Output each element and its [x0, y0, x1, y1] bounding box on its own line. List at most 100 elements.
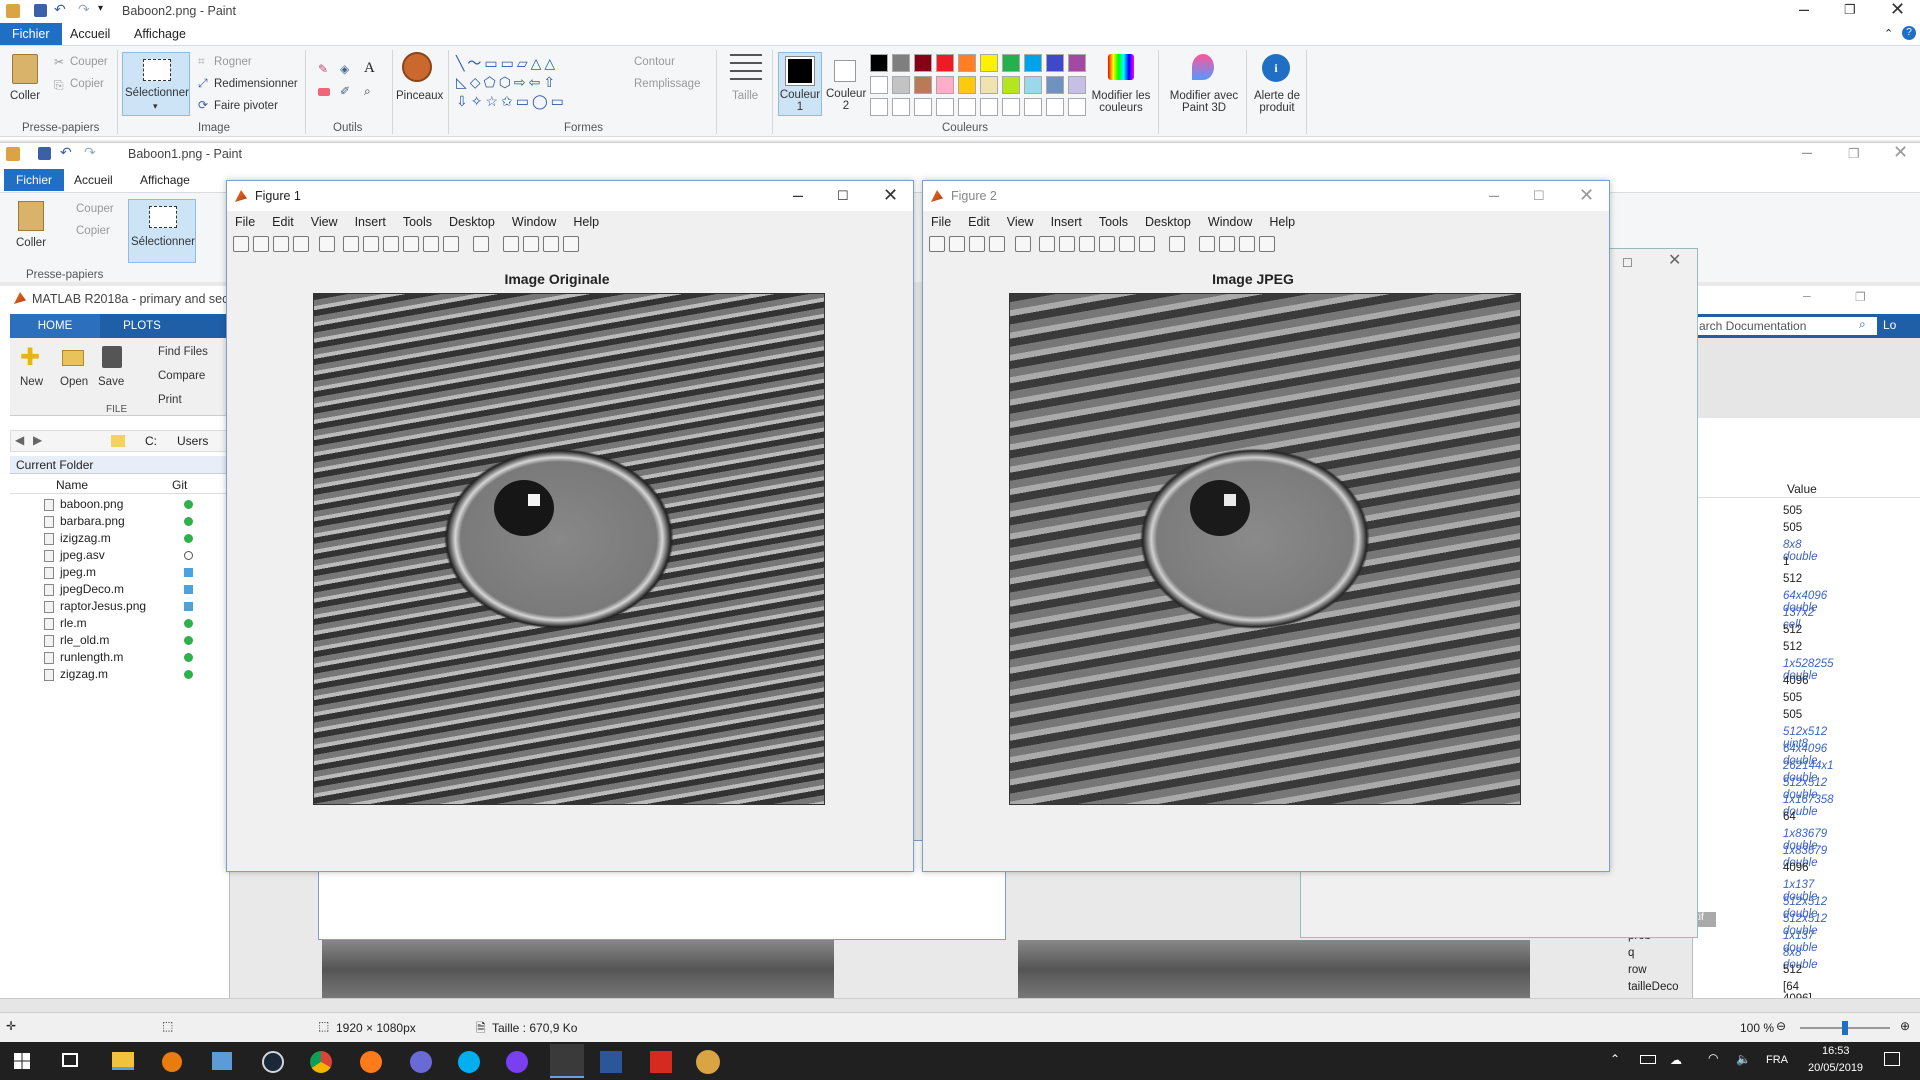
- workspace-value[interactable]: 512: [1783, 964, 1802, 976]
- paste-icon[interactable]: [18, 201, 44, 231]
- ws-name-q[interactable]: q: [1628, 947, 1634, 959]
- palette-swatch[interactable]: [1002, 98, 1020, 116]
- paint-taskbar-icon[interactable]: [696, 1050, 720, 1074]
- new-figure-icon[interactable]: [233, 236, 249, 252]
- workspace-value[interactable]: 505: [1783, 505, 1802, 517]
- tab-affichage[interactable]: Affichage: [140, 173, 190, 187]
- zoom-in-icon[interactable]: [1039, 236, 1055, 252]
- figure2-image-axes[interactable]: [1009, 293, 1521, 805]
- ribbon-collapse-icon[interactable]: ⌃: [1884, 27, 1893, 40]
- file-list-item[interactable]: izigzag.m: [26, 530, 226, 547]
- file-list-item[interactable]: zigzag.m: [26, 666, 226, 683]
- save-icon[interactable]: [34, 4, 47, 17]
- pencil-icon[interactable]: ✎: [318, 62, 328, 76]
- color2-button[interactable]: Couleur 2: [826, 88, 866, 112]
- zoom-slider[interactable]: [1800, 1021, 1890, 1035]
- pan-icon[interactable]: [1079, 236, 1095, 252]
- colorbar-icon[interactable]: [1199, 236, 1215, 252]
- paste-icon[interactable]: [12, 54, 38, 84]
- menu-edit[interactable]: Edit: [968, 215, 990, 229]
- brushes-icon[interactable]: [402, 52, 432, 82]
- size-icon[interactable]: [730, 54, 762, 80]
- save-icon[interactable]: [273, 236, 289, 252]
- close-icon[interactable]: ✕: [1893, 143, 1908, 161]
- workspace-value[interactable]: 512: [1783, 573, 1802, 585]
- copy-button[interactable]: Copier: [76, 225, 110, 237]
- plot-tools-show-icon[interactable]: [563, 236, 579, 252]
- undo-icon[interactable]: ↶: [54, 1, 66, 18]
- palette-swatch[interactable]: [958, 98, 976, 116]
- open-icon[interactable]: [949, 236, 965, 252]
- onedrive-icon[interactable]: ☁: [1670, 1053, 1682, 1067]
- zoom-out-icon[interactable]: [363, 236, 379, 252]
- menu-file[interactable]: File: [235, 215, 255, 229]
- plot-tools-hide-icon[interactable]: [543, 236, 559, 252]
- palette-swatch[interactable]: [870, 76, 888, 94]
- text-tool-icon[interactable]: A: [364, 60, 375, 77]
- save-button[interactable]: Save: [98, 376, 124, 388]
- h-scrollbar[interactable]: [0, 998, 1920, 1012]
- clock-date[interactable]: 20/05/2019: [1808, 1062, 1863, 1074]
- maximize-icon[interactable]: ☐: [1622, 254, 1633, 272]
- menu-help[interactable]: Help: [1269, 215, 1295, 229]
- open-button[interactable]: Open: [60, 376, 88, 388]
- workspace-value[interactable]: 512: [1783, 624, 1802, 636]
- edit-colors-button[interactable]: Modifier les couleurs: [1090, 90, 1152, 114]
- file-list-item[interactable]: jpeg.m: [26, 564, 226, 581]
- help-icon[interactable]: ?: [1902, 26, 1916, 40]
- acrobat-icon[interactable]: [650, 1051, 672, 1073]
- workspace-value[interactable]: 4096: [1783, 675, 1809, 687]
- file-list-item[interactable]: jpegDeco.m: [26, 581, 226, 598]
- save-icon[interactable]: [969, 236, 985, 252]
- color-picker-icon[interactable]: ✐: [340, 84, 350, 98]
- legend-icon[interactable]: [1219, 236, 1235, 252]
- palette-swatch[interactable]: [936, 98, 954, 116]
- workspace-value[interactable]: 505: [1783, 522, 1802, 534]
- firefox-icon[interactable]: [360, 1051, 382, 1073]
- save-icon[interactable]: [38, 147, 51, 160]
- file-list-item[interactable]: rle_old.m: [26, 632, 226, 649]
- app-icon[interactable]: [410, 1051, 432, 1073]
- menu-window[interactable]: Window: [1208, 215, 1252, 229]
- menu-desktop[interactable]: Desktop: [1145, 215, 1191, 229]
- palette-swatch[interactable]: [914, 76, 932, 94]
- volume-icon[interactable]: 🔈: [1736, 1052, 1751, 1066]
- palette-swatch[interactable]: [870, 98, 888, 116]
- save-icon[interactable]: [102, 346, 122, 368]
- blender-icon[interactable]: [162, 1052, 182, 1072]
- palette-swatch[interactable]: [892, 98, 910, 116]
- tab-home[interactable]: HOME: [10, 314, 100, 338]
- legend-icon[interactable]: [523, 236, 539, 252]
- workspace-value[interactable]: 1: [1783, 556, 1789, 568]
- zoom-in-icon[interactable]: [343, 236, 359, 252]
- maximize-icon[interactable]: ☐: [837, 187, 849, 205]
- brushes-button[interactable]: Pinceaux: [396, 90, 443, 102]
- pan-icon[interactable]: [383, 236, 399, 252]
- doc-search-input[interactable]: arch Documentation: [1697, 317, 1877, 335]
- cut-button[interactable]: Couper: [70, 56, 108, 68]
- colorbar-icon[interactable]: [503, 236, 519, 252]
- data-cursor-icon[interactable]: [423, 236, 439, 252]
- tab-accueil[interactable]: Accueil: [74, 173, 113, 187]
- menu-window[interactable]: Window: [512, 215, 556, 229]
- color1-button[interactable]: Couleur 1: [778, 52, 822, 116]
- maximize-icon[interactable]: ☐: [1533, 187, 1545, 205]
- edit-colors-icon[interactable]: [1108, 54, 1134, 80]
- menu-file[interactable]: File: [931, 215, 951, 229]
- redo-icon[interactable]: ↷: [78, 1, 90, 18]
- brush-icon[interactable]: [1139, 236, 1155, 252]
- link-icon[interactable]: [1169, 236, 1185, 252]
- search-icon[interactable]: ⌕: [1859, 317, 1866, 332]
- menu-tools[interactable]: Tools: [1099, 215, 1128, 229]
- eraser-icon[interactable]: [318, 88, 330, 96]
- palette-swatch[interactable]: [980, 98, 998, 116]
- paint3d-button[interactable]: Modifier avec Paint 3D: [1164, 90, 1244, 114]
- minimize-icon[interactable]: –: [1799, 0, 1809, 18]
- data-cursor-icon[interactable]: [1119, 236, 1135, 252]
- paint3d-icon[interactable]: [1192, 54, 1214, 80]
- maximize-icon[interactable]: ❐: [1855, 288, 1866, 306]
- redo-icon[interactable]: ↷: [84, 144, 96, 161]
- close-icon[interactable]: ✕: [1668, 252, 1681, 270]
- workspace-value[interactable]: 64: [1783, 811, 1796, 823]
- magnifier-icon[interactable]: ⌕: [364, 84, 371, 99]
